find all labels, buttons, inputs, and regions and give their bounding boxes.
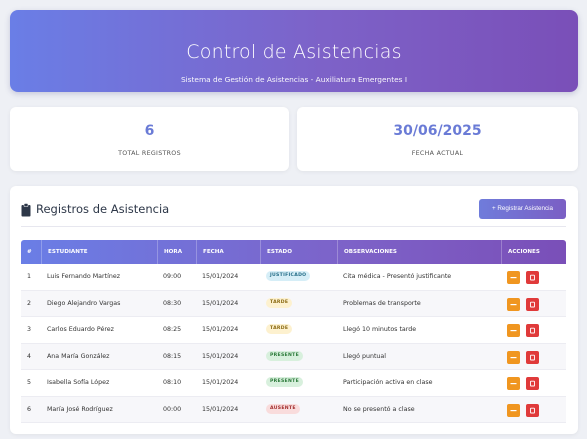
cell-status: TARDE — [260, 317, 337, 344]
delete-icon — [530, 274, 535, 281]
table-row: 1 Luis Fernando Martínez 09:00 15/01/2024 JU… — [21, 264, 566, 291]
cell-date: 15/01/2024 — [202, 352, 239, 360]
cell-notes: Llegó puntual — [343, 352, 387, 360]
edit-button[interactable] — [507, 297, 520, 311]
edit-icon — [510, 409, 517, 411]
table-row: 6 María José Rodríguez 00:00 15/01/2024 AUSE… — [21, 396, 566, 424]
edit-button[interactable] — [507, 324, 520, 337]
delete-icon — [530, 380, 535, 387]
col-header-notes: OBSERVACIONES — [337, 240, 501, 264]
status-badge: JUSTIFICADO — [266, 271, 311, 281]
table-row: 5 Isabella Sofía López 08:10 15/01/2024 PRES… — [21, 370, 566, 397]
cell-student: Luis Fernando Martínez — [47, 273, 121, 280]
edit-icon — [510, 356, 517, 358]
clipboard-icon — [21, 203, 31, 217]
col-header-num: # — [27, 249, 32, 255]
col-header-actions: ACCIONES — [501, 240, 566, 264]
status-badge: TARDE — [266, 297, 293, 308]
page-subtitle: Sistema de Gestión de Asistencias - Auxi… — [180, 75, 408, 84]
cell-num: 2 — [27, 299, 32, 307]
cell-time: 09:00 — [163, 273, 182, 280]
cell-notes: No se presentó a clase — [343, 405, 415, 413]
edit-button[interactable] — [507, 403, 520, 417]
stat-total-value: 6 — [144, 123, 155, 139]
cell-student: Ana María González — [47, 352, 110, 360]
status-badge: TARDE — [266, 324, 293, 334]
cell-student: Diego Alejandro Vargas — [47, 299, 121, 307]
delete-icon — [530, 327, 535, 334]
cell-date: 15/01/2024 — [202, 326, 239, 333]
delete-button[interactable] — [526, 350, 539, 364]
delete-icon — [530, 407, 535, 413]
table-row: 3 Carlos Eduardo Pérez 08:25 15/01/2024 TARD… — [21, 317, 566, 344]
edit-icon — [510, 330, 517, 332]
cell-time: 08:10 — [163, 379, 182, 386]
stat-date-value: 30/06/2025 — [393, 123, 482, 139]
edit-icon — [510, 303, 517, 305]
table-row: 2 Diego Alejandro Vargas 08:30 15/01/2024 TA… — [21, 290, 566, 318]
edit-button[interactable] — [507, 350, 520, 364]
stat-card-total: 6 TOTAL REGISTROS — [10, 107, 289, 171]
cell-notes: Llegó 10 minutos tarde — [343, 326, 417, 333]
register-attendance-button[interactable]: + Registrar Asistencia — [479, 199, 566, 219]
table-body: 1 Luis Fernando Martínez 09:00 15/01/2024 JU… — [21, 264, 566, 423]
stat-total-label: TOTAL REGISTROS — [118, 150, 181, 157]
stat-date-label: FECHA ACTUAL — [411, 150, 464, 157]
cell-student: Carlos Eduardo Pérez — [47, 326, 114, 333]
cell-time: 08:30 — [163, 299, 182, 307]
panel-title: Registros de Asistencia — [36, 202, 170, 216]
table-header: # ESTUDIANTE HORA FECHA ESTADO OBSERVACI… — [21, 240, 566, 264]
page-title: Control de Asistencias — [186, 41, 402, 63]
cell-student: María José Rodríguez — [47, 405, 113, 413]
cell-num: 5 — [27, 379, 32, 386]
col-header-status: ESTADO — [260, 240, 337, 264]
status-badge: PRESENTE — [266, 377, 304, 387]
col-header-date: FECHA — [196, 240, 260, 264]
edit-icon — [510, 277, 517, 279]
cell-date: 15/01/2024 — [202, 299, 239, 307]
cell-time: 08:25 — [163, 326, 182, 333]
cell-time: 00:00 — [163, 405, 182, 413]
cell-notes: Participación activa en clase — [343, 379, 433, 386]
cell-student: Isabella Sofía López — [47, 379, 110, 386]
status-badge: AUSENTE — [266, 403, 300, 414]
cell-status: PRESENTE — [260, 344, 337, 371]
edit-icon — [510, 383, 517, 385]
delete-button[interactable] — [526, 297, 539, 311]
cell-status: TARDE — [260, 291, 337, 318]
cell-num: 1 — [27, 273, 32, 280]
cell-status: PRESENTE — [260, 370, 337, 397]
cell-num: 3 — [27, 326, 32, 333]
table-row: 4 Ana María González 08:15 15/01/2024 PRESEN… — [21, 343, 566, 371]
cell-status: JUSTIFICADO — [260, 264, 337, 291]
edit-button[interactable] — [507, 271, 520, 284]
delete-icon — [530, 354, 535, 360]
cell-notes: Problemas de transporte — [343, 299, 421, 307]
delete-button[interactable] — [526, 377, 539, 390]
cell-time: 08:15 — [163, 352, 182, 360]
stat-card-date: 30/06/2025 FECHA ACTUAL — [297, 107, 578, 171]
cell-num: 4 — [27, 352, 32, 360]
delete-icon — [530, 301, 535, 307]
cell-date: 15/01/2024 — [202, 405, 239, 413]
panel-divider — [21, 226, 566, 227]
cell-date: 15/01/2024 — [202, 379, 239, 386]
col-header-student: ESTUDIANTE — [41, 240, 157, 264]
col-header-time: HORA — [157, 240, 196, 264]
cell-status: AUSENTE — [260, 397, 337, 424]
delete-button[interactable] — [526, 324, 539, 337]
delete-button[interactable] — [526, 403, 539, 417]
cell-date: 15/01/2024 — [202, 273, 239, 280]
delete-button[interactable] — [526, 271, 539, 284]
page-header: Control de Asistencias Sistema de Gestió… — [10, 10, 578, 92]
cell-notes: Cita médica - Presentó justificante — [343, 273, 452, 280]
edit-button[interactable] — [507, 377, 520, 390]
records-panel: Registros de Asistencia + Registrar Asis… — [10, 186, 578, 434]
attendance-table: # ESTUDIANTE HORA FECHA ESTADO OBSERVACI… — [21, 240, 566, 423]
cell-num: 6 — [27, 405, 32, 413]
status-badge: PRESENTE — [266, 350, 304, 361]
